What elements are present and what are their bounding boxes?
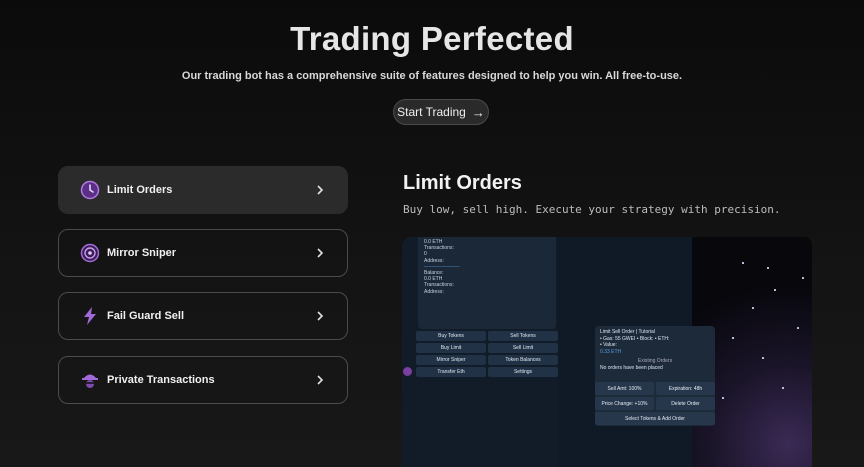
keyboard-button[interactable]: Settings [488, 367, 558, 377]
keyboard-button[interactable]: Sell Tokens [488, 331, 558, 341]
bot-avatar [403, 367, 412, 376]
clock-icon [79, 179, 101, 201]
popup-empty-text: No orders have been placed [600, 364, 663, 371]
popup-value: 0.33 ETH [600, 348, 622, 355]
spy-icon [79, 369, 101, 391]
keyboard-button[interactable]: Token Balances [488, 355, 558, 365]
telegram-preview-image: 0.0 ETH Transactions: 0 Address: ───────… [402, 237, 812, 467]
keyboard-button[interactable]: Sell Limit [488, 343, 558, 353]
expiration-button[interactable]: Expiration: 48h [656, 382, 715, 395]
chevron-right-icon [317, 185, 324, 195]
sell-amount-button[interactable]: Sell Amt: 100% [595, 382, 654, 395]
feature-private-transactions[interactable]: Private Transactions [58, 356, 348, 404]
detail-description: Buy low, sell high. Execute your strateg… [403, 203, 781, 216]
detail-title: Limit Orders [403, 172, 522, 194]
feature-mirror-sniper[interactable]: Mirror Sniper [58, 229, 348, 277]
keyboard-button[interactable]: Buy Tokens [416, 331, 486, 341]
delete-order-button[interactable]: Delete Order [656, 397, 715, 410]
price-change-button[interactable]: Price Change: +10% [595, 397, 654, 410]
bot-keyboard: Buy Tokens Sell Tokens Buy Limit Sell Li… [416, 331, 558, 377]
target-icon [79, 242, 101, 264]
chevron-right-icon [317, 248, 324, 258]
feature-limit-orders[interactable]: Limit Orders [58, 166, 348, 214]
chat-message: 0.0 ETH Transactions: 0 Address: ───────… [418, 237, 556, 329]
keyboard-button[interactable]: Transfer Eth [416, 367, 486, 377]
keyboard-button[interactable]: Mirror Sniper [416, 355, 486, 365]
message-line: Address: [424, 288, 444, 295]
feature-fail-guard-sell[interactable]: Fail Guard Sell [58, 292, 348, 340]
lightning-icon [79, 305, 101, 327]
arrow-right-icon: → [471, 104, 485, 120]
popup-keyboard: Sell Amt: 100% Expiration: 48h Price Cha… [595, 382, 715, 425]
hero-subtitle: Our trading bot has a comprehensive suit… [181, 70, 683, 82]
feature-label: Limit Orders [107, 184, 173, 196]
hero-title: Trading Perfected [290, 20, 574, 57]
start-trading-button[interactable]: Start Trading → [393, 99, 489, 125]
feature-label: Private Transactions [107, 374, 215, 386]
chevron-right-icon [317, 375, 324, 385]
add-order-button[interactable]: Select Tokens & Add Order [595, 412, 715, 425]
start-trading-label: Start Trading [397, 105, 466, 119]
feature-label: Mirror Sniper [107, 247, 177, 259]
feature-label: Fail Guard Sell [107, 310, 185, 322]
keyboard-button[interactable]: Buy Limit [416, 343, 486, 353]
chevron-right-icon [317, 311, 324, 321]
